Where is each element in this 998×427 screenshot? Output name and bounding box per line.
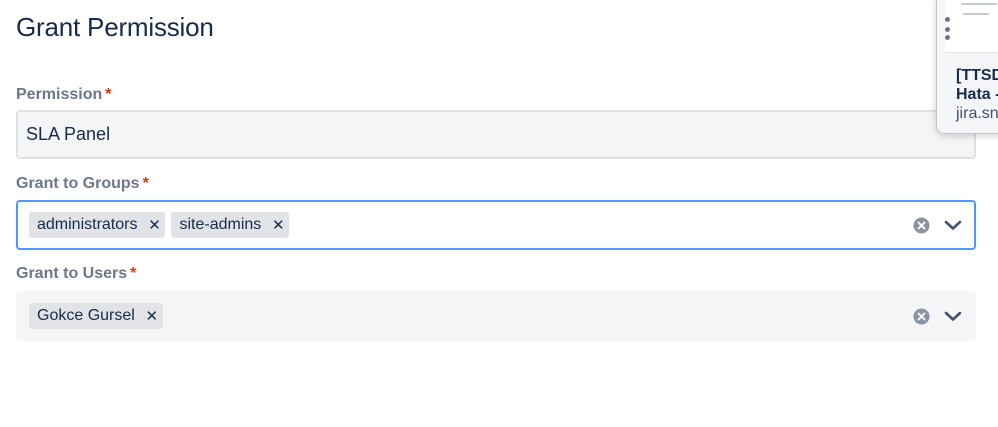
required-marker: * (130, 265, 137, 282)
clear-icon[interactable] (912, 307, 930, 325)
user-tag-label: Gokce Gursel (37, 307, 135, 324)
group-tag-label: administrators (37, 216, 138, 233)
clear-icon[interactable] (912, 216, 930, 234)
users-label: Grant to Users * (16, 265, 136, 283)
permission-label: Permission * (16, 86, 112, 104)
users-select[interactable]: Gokce Gursel ✕ (16, 291, 976, 341)
page-title: Grant Permission (16, 12, 214, 42)
preview-title: [TTSD (956, 67, 998, 84)
preview-url: jira.sn (956, 105, 998, 122)
permission-field[interactable]: SLA Panel (16, 110, 976, 159)
link-preview-popover[interactable]: [TTSD Hata - jira.sn (936, 0, 998, 134)
preview-thumbnail (945, 0, 998, 53)
group-tag: site-admins ✕ (171, 212, 290, 238)
remove-tag-icon[interactable]: ✕ (143, 212, 165, 238)
group-tag-label: site-admins (179, 216, 262, 233)
chevron-down-icon[interactable] (944, 307, 962, 325)
remove-tag-icon[interactable]: ✕ (141, 303, 163, 329)
users-label-text: Grant to Users (16, 265, 128, 282)
groups-label-text: Grant to Groups (16, 175, 140, 192)
remove-tag-icon[interactable]: ✕ (267, 212, 289, 238)
select-indicators (912, 293, 974, 339)
required-marker: * (105, 86, 112, 103)
preview-subtitle: Hata - (956, 86, 998, 103)
permission-label-text: Permission (16, 86, 103, 103)
groups-label: Grant to Groups * (16, 175, 149, 193)
required-marker: * (142, 175, 149, 192)
chevron-down-icon[interactable] (944, 216, 962, 234)
user-tag: Gokce Gursel ✕ (29, 303, 163, 329)
permission-value: SLA Panel (26, 124, 111, 144)
select-indicators (912, 202, 974, 248)
group-tag: administrators ✕ (29, 212, 166, 238)
groups-select[interactable]: administrators ✕ site-admins ✕ (16, 200, 976, 250)
